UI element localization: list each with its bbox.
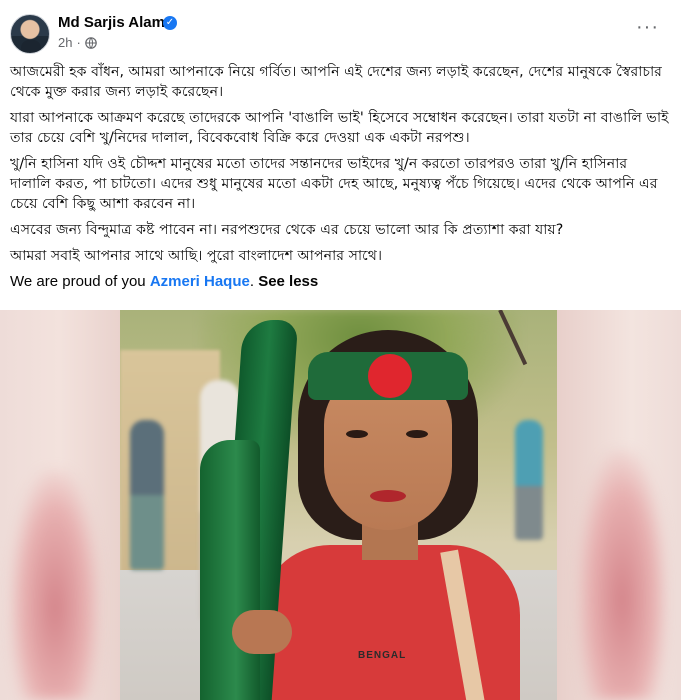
shirt-print: BENGAL [358, 650, 407, 661]
photo-scene: BENGAL [120, 310, 557, 700]
post-paragraph: যারা আপনাকে আক্রমণ করেছে তাদেরকে আপনি 'ব… [10, 110, 669, 146]
flag-red-circle [368, 354, 412, 398]
english-text: We are proud of you [10, 273, 150, 290]
author-avatar[interactable] [10, 14, 50, 54]
see-less-button[interactable]: See less [258, 273, 318, 290]
meta-separator: · [76, 35, 81, 50]
author-name[interactable]: Md Sarjis Alam [58, 14, 165, 31]
lips [370, 490, 406, 502]
eye [346, 430, 368, 438]
post-timestamp[interactable]: 2h [58, 35, 72, 50]
photo-blur-right [557, 310, 681, 700]
globe-icon[interactable] [85, 36, 97, 49]
post-paragraph: খু/নি হাসিনা যদি ওই চৌদ্দশ মানুষের মতো ত… [10, 156, 658, 212]
post-photo[interactable]: BENGAL [0, 310, 681, 700]
post-body: আজমেরী হক বাঁধন, আমরা আপনাকে নিয়ে গর্বি… [10, 62, 670, 298]
post-paragraph: এসবের জন্য বিন্দুমাত্র কষ্ট পাবেন না। নর… [10, 222, 564, 238]
post-paragraph: আমরা সবাই আপনার সাথে আছি। পুরো বাংলাদেশ … [10, 248, 383, 264]
hand [232, 610, 292, 654]
background-person [130, 420, 164, 570]
mention-link[interactable]: Azmeri Haque [150, 273, 250, 290]
flag-fold [200, 440, 260, 700]
post-meta: 2h · [58, 35, 97, 50]
background-person [515, 420, 543, 540]
post-paragraph: আজমেরী হক বাঁধন, আমরা আপনাকে নিয়ে গর্বি… [10, 64, 662, 100]
post-english-line: We are proud of you Azmeri Haque. See le… [10, 272, 670, 292]
verified-badge-icon: ✓ [163, 16, 177, 30]
photo-blur-left [0, 310, 120, 700]
post-header: Md Sarjis Alam ✓ 2h · ··· [0, 0, 681, 60]
more-options-icon[interactable]: ··· [636, 17, 659, 37]
woman-figure: BENGAL [260, 330, 520, 700]
english-separator: . [249, 273, 259, 290]
eye [406, 430, 428, 438]
